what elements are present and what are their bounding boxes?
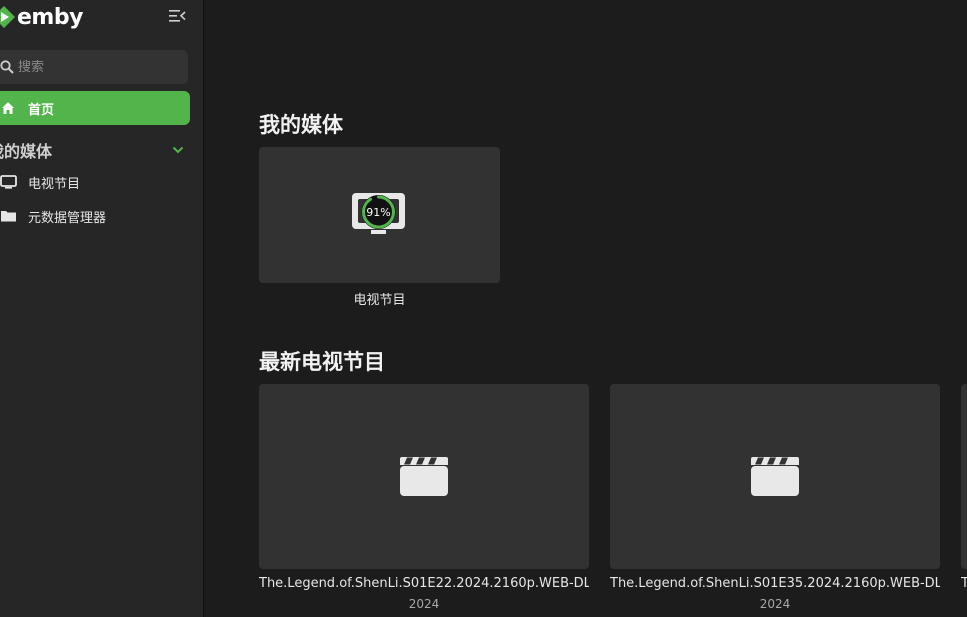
sidebar-item-home[interactable]: 首页	[0, 91, 190, 125]
tv-icon	[0, 175, 17, 189]
tv-library-icon: 91%	[352, 193, 405, 234]
library-card-tv[interactable]: 91%	[259, 147, 500, 283]
latest-tv-card-title[interactable]: T	[961, 576, 967, 591]
app-logo[interactable]: emby	[0, 3, 83, 31]
sidebar-item-label: 电视节目	[28, 176, 81, 192]
section-title-my-media: 我的媒体	[259, 113, 343, 137]
latest-tv-card[interactable]	[610, 384, 940, 569]
latest-tv-card-year: 2024	[759, 597, 791, 611]
latest-tv-card-year: 2024	[408, 597, 440, 611]
chevron-down-icon[interactable]	[172, 144, 184, 156]
emby-logo-icon	[0, 6, 15, 28]
latest-tv-card-title[interactable]: The.Legend.of.ShenLi.S01E22.2024.2160p.W…	[259, 576, 589, 591]
latest-tv-card[interactable]	[259, 384, 589, 569]
home-icon	[2, 102, 14, 114]
search-input[interactable]	[18, 59, 168, 75]
progress-text: 91%	[366, 206, 390, 219]
sidebar-section-my-media[interactable]: 我的媒体	[0, 139, 188, 161]
sidebar-item-metadata-manager[interactable]: 元数据管理器	[0, 203, 200, 229]
sidebar-item-label: 首页	[28, 102, 55, 118]
latest-tv-card-title[interactable]: The.Legend.of.ShenLi.S01E35.2024.2160p.W…	[610, 576, 940, 591]
search-icon	[0, 60, 14, 74]
main-content: 我的媒体 91% 电视节目 最新电视节目 The.Legend.of.ShenL…	[205, 0, 967, 617]
sidebar-item-tv-shows[interactable]: 电视节目	[0, 169, 200, 195]
clapperboard-icon	[400, 457, 448, 496]
app-brand-name: emby	[17, 4, 83, 30]
sidebar-section-label: 我的媒体	[0, 142, 53, 161]
folder-icon	[1, 211, 16, 222]
section-title-latest-tv: 最新电视节目	[259, 350, 385, 374]
sidebar-item-label: 元数据管理器	[28, 210, 107, 226]
library-card-label[interactable]: 电视节目	[259, 289, 500, 308]
search-box[interactable]	[0, 50, 188, 84]
sidebar: emby 首页 我的媒体 电视节目	[0, 0, 204, 617]
latest-tv-card[interactable]	[961, 384, 967, 569]
clapperboard-icon	[751, 457, 799, 496]
menu-collapse-icon[interactable]	[168, 8, 186, 24]
